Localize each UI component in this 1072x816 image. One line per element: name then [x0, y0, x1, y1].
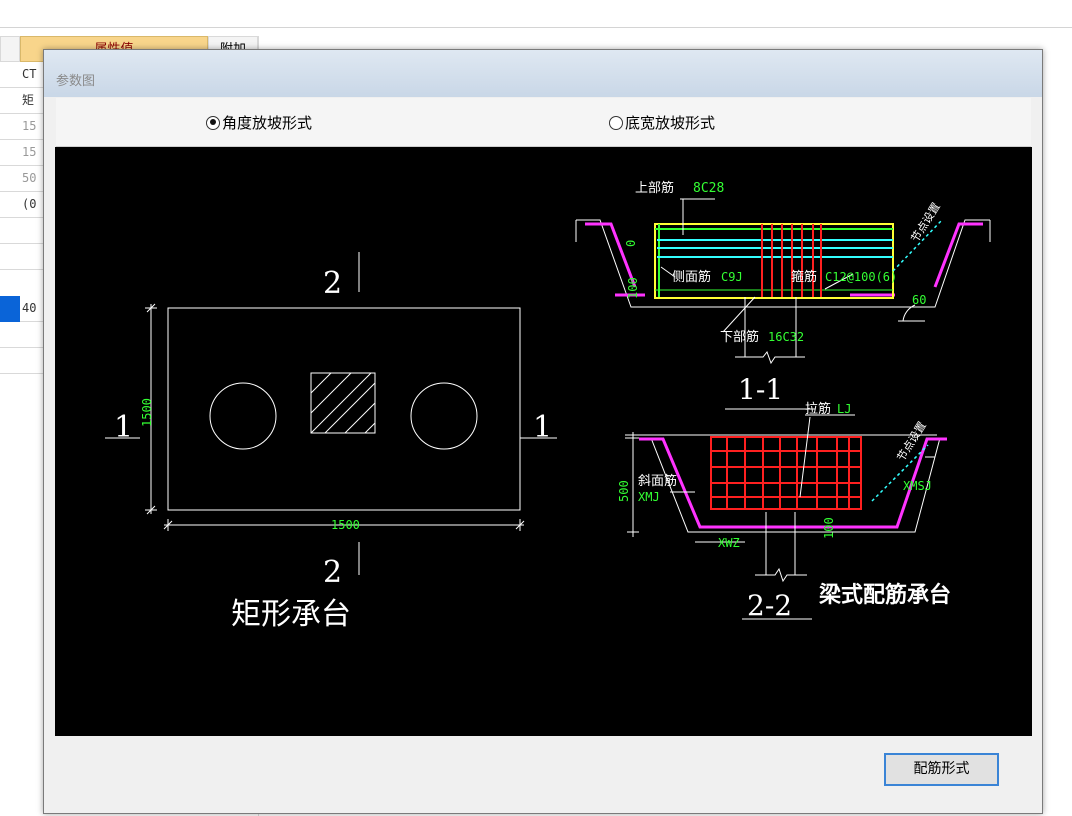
row-header-corner	[0, 36, 20, 62]
dim-side-11: 100	[626, 277, 640, 299]
slope-bar-value: XMJ	[638, 490, 660, 504]
plan-title: 矩形承台	[231, 597, 351, 632]
selected-row-marker	[0, 296, 20, 322]
slope-mode-bar: 角度放坡形式 底宽放坡形式	[56, 98, 1031, 147]
stirrup-value: C12@100(6)	[825, 270, 897, 284]
bottom-bar-label: 下部筋	[720, 329, 759, 345]
tie-bar-label: 拉筋	[805, 401, 831, 417]
radio-selected-icon	[206, 115, 220, 130]
xwz-label: XWZ	[718, 536, 740, 550]
dim-zero: 0	[624, 240, 638, 247]
node-setting-11: 节点设置	[909, 200, 943, 244]
section-2-top: 2	[323, 266, 342, 301]
section-2-bottom: 2	[323, 555, 342, 590]
radio-unselected-icon	[609, 115, 623, 130]
plan-width-dim: 1500	[331, 518, 360, 532]
dialog-titlebar[interactable]: 参数图	[44, 50, 1042, 97]
section-22-label: 2-2	[747, 589, 792, 622]
side-bar-label: 侧面筋	[672, 269, 711, 285]
cap-outline	[167, 307, 521, 511]
beam-cap-title: 梁式配筋承台	[818, 582, 951, 608]
top-bar-label: 上部筋	[635, 180, 674, 196]
dim-side-22: 100	[822, 517, 836, 539]
top-bar-value: 8C28	[693, 181, 724, 196]
section-1-right: 1	[533, 410, 552, 445]
dialog-title: 参数图	[56, 74, 96, 89]
side-bar-value: C9J	[721, 270, 743, 284]
bottom-bar-value: 16C32	[768, 330, 804, 344]
parameter-drawing: 1 1 2 2 1500 1500 矩形承台 上部筋 8C28 侧面筋 C9J …	[55, 147, 1032, 736]
section-1-left: 1	[114, 410, 133, 445]
node-setting-22: 节点设置	[895, 419, 929, 463]
radio-width-slope[interactable]: 底宽放坡形式	[609, 112, 715, 133]
parameter-dialog: 参数图 角度放坡形式 底宽放坡形式 1 1 2 2 1500 1500 矩形承台…	[43, 49, 1043, 814]
radio-angle-slope[interactable]: 角度放坡形式	[206, 112, 312, 133]
app-toolbar	[0, 0, 1072, 28]
pile-left	[209, 382, 277, 450]
tie-bar-value: LJ	[837, 402, 851, 416]
pile-right	[410, 382, 478, 450]
reinforcement-type-button[interactable]: 配筋形式	[884, 753, 999, 786]
xmsj-label: XMSJ	[903, 479, 932, 493]
radio-angle-slope-label: 角度放坡形式	[222, 114, 313, 132]
slope-angle: 60	[912, 293, 926, 307]
section-11-label: 1-1	[738, 373, 783, 406]
slope-bar-label: 斜面筋	[638, 473, 677, 489]
stirrup-label: 箍筋	[791, 269, 817, 285]
plan-height-dim: 1500	[140, 398, 154, 427]
dim-height-22: 500	[617, 480, 631, 502]
radio-width-slope-label: 底宽放坡形式	[625, 114, 716, 132]
